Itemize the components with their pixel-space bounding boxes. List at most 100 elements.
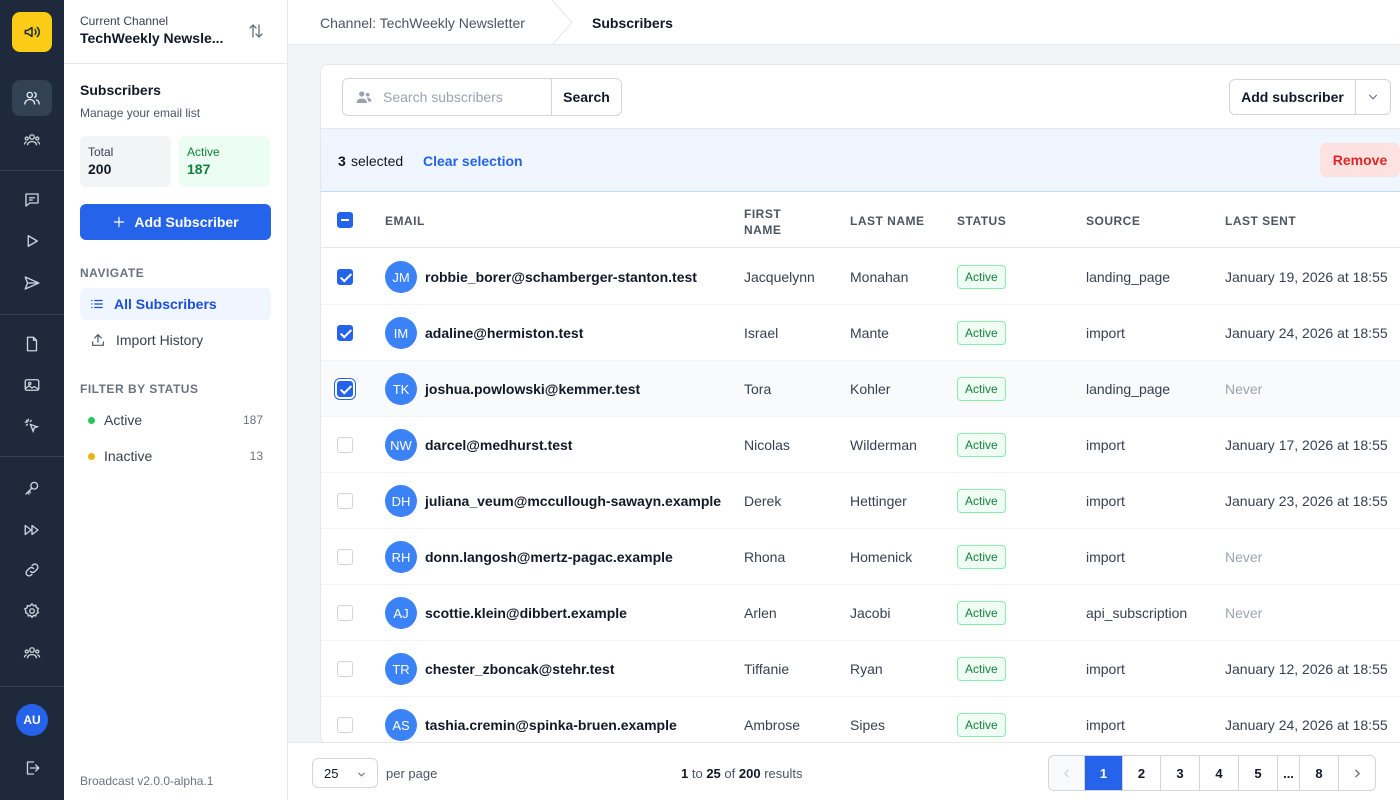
col-source[interactable]: SOURCE <box>1086 214 1140 228</box>
segments-icon[interactable] <box>12 122 52 158</box>
source: api_subscription <box>1086 605 1188 621</box>
user-avatar[interactable]: AU <box>16 704 48 736</box>
last-sent: January 24, 2026 at 18:55 <box>1225 717 1388 733</box>
subscriber-email[interactable]: scottie.klein@dibbert.example <box>425 605 627 621</box>
select-all-checkbox[interactable] <box>337 212 353 228</box>
subscriber-email[interactable]: adaline@hermiston.test <box>425 325 583 341</box>
nav-import-history-label: Import History <box>116 332 204 348</box>
send-icon[interactable] <box>12 265 52 301</box>
subscriber-email[interactable]: chester_zboncak@stehr.test <box>425 661 615 677</box>
row-checkbox[interactable] <box>337 325 353 341</box>
nav-all-subscribers[interactable]: All Subscribers <box>80 288 271 320</box>
section-subtitle: Manage your email list <box>80 106 201 120</box>
last-name: Jacobi <box>850 605 891 621</box>
add-subscriber-top-button[interactable]: Add subscriber <box>1229 79 1356 115</box>
page-5-button[interactable]: 5 <box>1239 756 1278 790</box>
fast-forward-icon[interactable] <box>12 512 52 548</box>
rail-divider <box>0 170 64 171</box>
team-icon[interactable] <box>12 635 52 671</box>
results-to: 25 <box>706 766 721 781</box>
col-email[interactable]: EMAIL <box>385 214 425 228</box>
key-icon[interactable] <box>12 470 52 506</box>
page-8-button[interactable]: 8 <box>1300 756 1339 790</box>
col-last-sent[interactable]: LAST SENT <box>1225 214 1296 228</box>
row-checkbox[interactable] <box>337 381 353 397</box>
table-row[interactable]: NW darcel@medhurst.test Nicolas Wilderma… <box>321 417 1400 473</box>
status-dot <box>88 416 95 424</box>
document-icon[interactable] <box>12 326 52 362</box>
table-row[interactable]: RH donn.langosh@mertz-pagac.example Rhon… <box>321 529 1400 585</box>
subscriber-email[interactable]: robbie_borer@schamberger-stanton.test <box>425 269 697 285</box>
first-name: Rhona <box>744 549 786 565</box>
subscriber-email[interactable]: juliana_veum@mccullough-sawayn.example <box>425 493 721 509</box>
first-name: Derek <box>744 493 782 509</box>
stat-total-label: Total <box>88 145 114 159</box>
subscriber-email[interactable]: darcel@medhurst.test <box>425 437 572 453</box>
add-subscriber-dropdown[interactable] <box>1355 79 1391 115</box>
remove-button[interactable]: Remove <box>1320 143 1400 177</box>
next-page-button[interactable] <box>1339 756 1375 790</box>
results-suffix: results <box>764 766 803 781</box>
subscribers-icon[interactable] <box>12 80 52 116</box>
page-1-button[interactable]: 1 <box>1085 756 1123 790</box>
search-button[interactable]: Search <box>551 78 622 116</box>
nav-import-history[interactable]: Import History <box>80 324 271 356</box>
subscriber-email[interactable]: donn.langosh@mertz-pagac.example <box>425 549 673 565</box>
first-name: Israel <box>744 325 779 341</box>
search-input[interactable] <box>383 89 543 105</box>
channel-switcher[interactable]: Current Channel TechWeekly Newsle... <box>64 0 287 64</box>
prev-page-button[interactable] <box>1049 756 1085 790</box>
first-name: Tiffanie <box>744 661 790 677</box>
table-row[interactable]: JM robbie_borer@schamberger-stanton.test… <box>321 249 1400 305</box>
page-2-button[interactable]: 2 <box>1123 756 1161 790</box>
row-checkbox[interactable] <box>337 549 353 565</box>
subscriber-email[interactable]: tashia.cremin@spinka-bruen.example <box>425 717 677 733</box>
breadcrumb-channel[interactable]: Channel: TechWeekly Newsletter <box>320 15 525 31</box>
results-total: 200 <box>738 766 761 781</box>
table-row[interactable]: DH juliana_veum@mccullough-sawayn.exampl… <box>321 473 1400 529</box>
last-name: Mante <box>850 325 889 341</box>
link-icon[interactable] <box>12 552 52 588</box>
megaphone-logo-icon[interactable] <box>12 12 52 52</box>
filter-inactive[interactable]: Inactive 13 <box>80 440 271 472</box>
subscriber-email[interactable]: joshua.powlowski@kemmer.test <box>425 381 640 397</box>
row-checkbox[interactable] <box>337 717 353 733</box>
row-checkbox[interactable] <box>337 269 353 285</box>
plus-icon <box>114 216 125 228</box>
col-last-name[interactable]: LAST NAME <box>850 214 925 228</box>
table-row[interactable]: IM adaline@hermiston.test Israel Mante A… <box>321 305 1400 361</box>
col-first-name[interactable]: FIRST NAME <box>744 206 814 238</box>
per-page-select[interactable]: 25 <box>312 758 378 788</box>
filter-active[interactable]: Active 187 <box>80 404 271 436</box>
col-status[interactable]: STATUS <box>957 214 1006 228</box>
avatar: NW <box>385 429 417 461</box>
row-checkbox[interactable] <box>337 493 353 509</box>
first-name: Arlen <box>744 605 777 621</box>
table-row[interactable]: AJ scottie.klein@dibbert.example Arlen J… <box>321 585 1400 641</box>
image-icon[interactable] <box>12 367 52 403</box>
page-4-button[interactable]: 4 <box>1200 756 1239 790</box>
click-cursor-icon[interactable] <box>12 408 52 444</box>
results-of-word: of <box>724 766 736 781</box>
gear-icon[interactable] <box>12 593 52 629</box>
last-name: Homenick <box>850 549 913 565</box>
row-checkbox[interactable] <box>337 605 353 621</box>
swap-arrows-icon[interactable] <box>247 22 265 40</box>
last-sent: Never <box>1225 381 1263 397</box>
status-badge: Active <box>957 545 1006 569</box>
clear-selection-link[interactable]: Clear selection <box>423 153 523 169</box>
table-row[interactable]: TR chester_zboncak@stehr.test Tiffanie R… <box>321 641 1400 697</box>
play-icon[interactable] <box>12 223 52 259</box>
row-checkbox[interactable] <box>337 437 353 453</box>
last-name: Hettinger <box>850 493 907 509</box>
table-row[interactable]: AS tashia.cremin@spinka-bruen.example Am… <box>321 697 1400 743</box>
last-name: Wilderman <box>850 437 917 453</box>
page-3-button[interactable]: 3 <box>1161 756 1200 790</box>
app-version: Broadcast v2.0.0-alpha.1 <box>80 774 214 788</box>
table-row[interactable]: TK joshua.powlowski@kemmer.test Tora Koh… <box>321 361 1400 417</box>
source: import <box>1086 437 1125 453</box>
logout-icon[interactable] <box>12 750 52 786</box>
row-checkbox[interactable] <box>337 661 353 677</box>
message-icon[interactable] <box>12 182 52 218</box>
add-subscriber-button[interactable]: Add Subscriber <box>80 204 271 240</box>
